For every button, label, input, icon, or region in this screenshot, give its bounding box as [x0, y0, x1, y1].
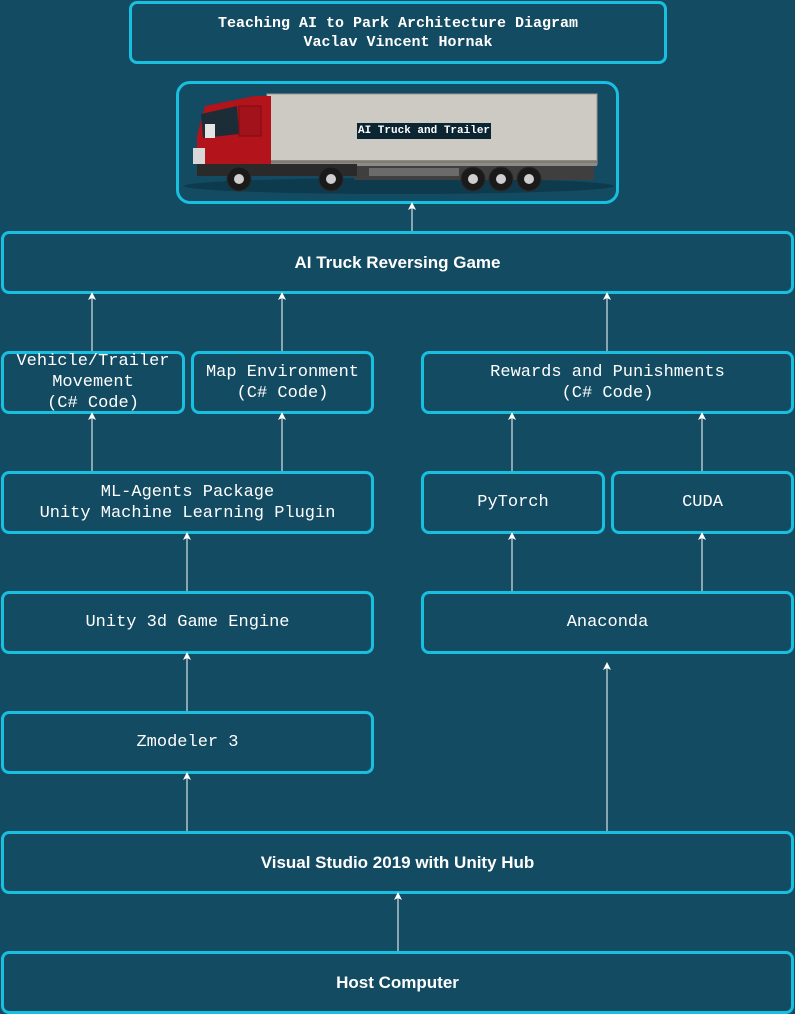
diagram-title-box: Teaching AI to Park Architecture Diagram…: [129, 1, 667, 64]
game-node: AI Truck Reversing Game: [1, 231, 794, 294]
zmodeler-node: Zmodeler 3: [1, 711, 374, 774]
vehicle-movement-label: Vehicle/Trailer Movement (C# Code): [16, 352, 170, 413]
visual-studio-label: Visual Studio 2019 with Unity Hub: [260, 852, 535, 872]
ml-agents-node: ML-Agents Package Unity Machine Learning…: [1, 471, 374, 534]
anaconda-label: Anaconda: [566, 613, 649, 632]
host-computer-node: Host Computer: [1, 951, 794, 1014]
zmodeler-label: Zmodeler 3: [136, 733, 239, 752]
cuda-label: CUDA: [682, 493, 723, 512]
game-label: AI Truck Reversing Game: [294, 252, 501, 272]
unity-label: Unity 3d Game Engine: [85, 613, 290, 632]
ml-agents-label: ML-Agents Package Unity Machine Learning…: [39, 482, 336, 523]
pytorch-node: PyTorch: [421, 471, 605, 534]
truck-and-trailer-image: [184, 93, 614, 194]
rewards-node: Rewards and Punishments (C# Code): [421, 351, 794, 414]
diagram-title: Teaching AI to Park Architecture Diagram: [217, 14, 579, 32]
map-environment-label: Map Environment (C# Code): [205, 362, 360, 403]
truck-node: [176, 81, 619, 204]
unity-node: Unity 3d Game Engine: [1, 591, 374, 654]
vehicle-movement-node: Vehicle/Trailer Movement (C# Code): [1, 351, 185, 414]
host-computer-label: Host Computer: [336, 972, 459, 992]
truck-label: AI Truck and Trailer: [357, 123, 492, 139]
cuda-node: CUDA: [611, 471, 794, 534]
visual-studio-node: Visual Studio 2019 with Unity Hub: [1, 831, 794, 894]
rewards-label: Rewards and Punishments (C# Code): [490, 362, 725, 403]
diagram-author: Vaclav Vincent Hornak: [303, 33, 493, 51]
map-environment-node: Map Environment (C# Code): [191, 351, 374, 414]
pytorch-label: PyTorch: [477, 493, 549, 512]
anaconda-node: Anaconda: [421, 591, 794, 654]
